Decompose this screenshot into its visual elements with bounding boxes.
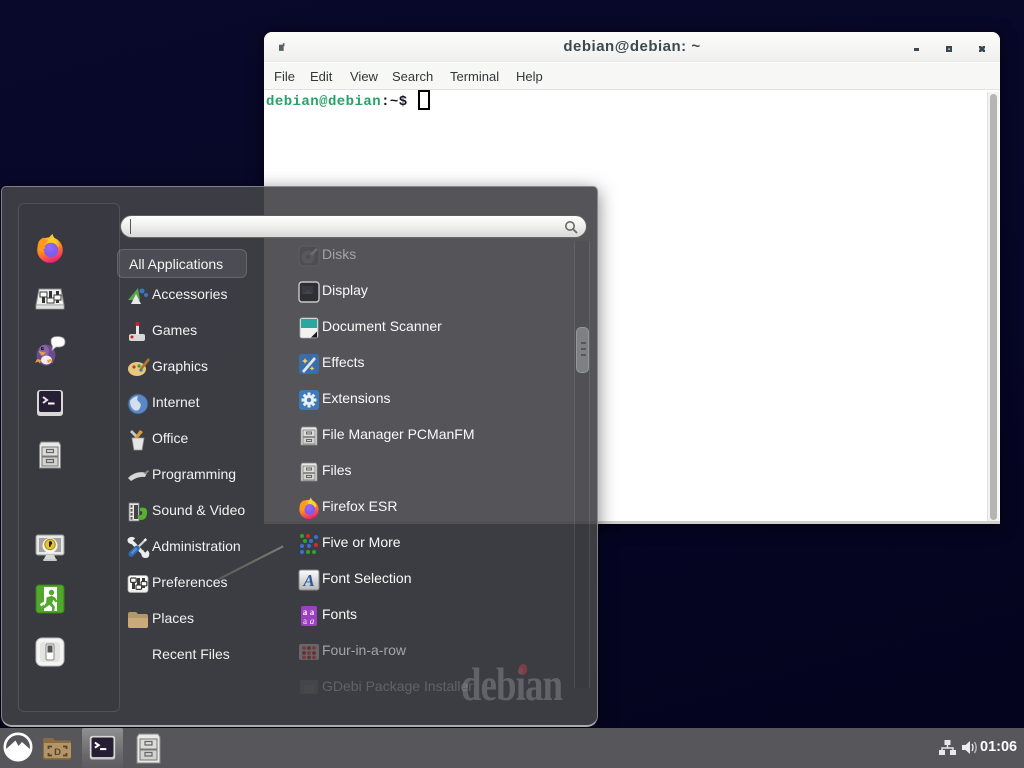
svg-text:A: A [302, 571, 314, 590]
svg-text:D: D [54, 747, 61, 758]
svg-text:a: a [303, 616, 307, 626]
svg-text:a: a [310, 616, 315, 626]
